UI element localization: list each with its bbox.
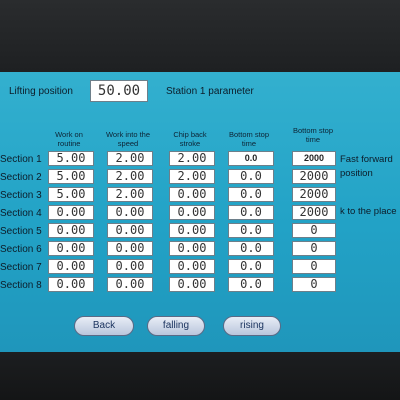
cell-stop-time[interactable]: 0.0	[228, 169, 274, 184]
lifting-position-label: Lifting position	[9, 86, 73, 97]
header-work-on-routine: Work on routine	[55, 130, 83, 148]
cell-chip-back[interactable]: 0.00	[169, 223, 215, 238]
cell-stop-time[interactable]: 0.0	[228, 223, 274, 238]
cell-chip-back[interactable]: 0.00	[169, 241, 215, 256]
device-bezel-bottom	[0, 352, 400, 400]
cell-routine[interactable]: 0.00	[48, 277, 94, 292]
cell-stop-time[interactable]: 0.0	[228, 241, 274, 256]
cell-chip-back[interactable]: 0.00	[169, 259, 215, 274]
cell-chip-back[interactable]: 0.00	[169, 187, 215, 202]
cell-stop-time-2[interactable]: 2000	[292, 205, 336, 220]
cell-stop-time[interactable]: 0.0	[228, 259, 274, 274]
cell-stop-time-2[interactable]: 0	[292, 223, 336, 238]
row-label: Section 5	[0, 226, 42, 237]
cell-routine[interactable]: 0.00	[48, 205, 94, 220]
cell-speed[interactable]: 2.00	[107, 187, 153, 202]
cell-stop-time-2[interactable]: 0	[292, 277, 336, 292]
cell-routine[interactable]: 0.00	[48, 223, 94, 238]
cell-speed[interactable]: 0.00	[107, 241, 153, 256]
cell-speed[interactable]: 2.00	[107, 151, 153, 166]
cell-stop-time-2[interactable]: 0	[292, 241, 336, 256]
cell-stop-time-2[interactable]: 2000	[292, 169, 336, 184]
cell-speed[interactable]: 0.00	[107, 205, 153, 220]
device-bezel-top	[0, 0, 400, 72]
row-label: Section 3	[0, 190, 42, 201]
cell-speed[interactable]: 0.00	[107, 277, 153, 292]
cell-chip-back[interactable]: 0.00	[169, 277, 215, 292]
cell-speed[interactable]: 0.00	[107, 223, 153, 238]
lifting-position-input[interactable]: 50.00	[90, 80, 148, 102]
fast-forward-label: Fast forward	[340, 154, 393, 165]
header-bottom-stop-time-2: Bottom stop time	[292, 126, 334, 144]
cell-routine[interactable]: 5.00	[48, 151, 94, 166]
header-chip-back-stroke: Chip back stroke	[173, 130, 207, 148]
hmi-screen: Lifting position 50.00 Station 1 paramet…	[0, 72, 400, 352]
station-title: Station 1 parameter	[166, 86, 254, 97]
falling-button[interactable]: falling	[147, 316, 205, 336]
cell-stop-time[interactable]: 0.0	[228, 187, 274, 202]
header-work-into-speed: Work into the speed	[105, 130, 151, 148]
rising-button[interactable]: rising	[223, 316, 281, 336]
cell-speed[interactable]: 0.00	[107, 259, 153, 274]
cell-stop-time[interactable]: 0.0	[228, 151, 274, 166]
cell-routine[interactable]: 5.00	[48, 187, 94, 202]
row-label: Section 4	[0, 208, 42, 219]
row-label: Section 7	[0, 262, 42, 273]
row-label: Section 2	[0, 172, 42, 183]
cell-chip-back[interactable]: 0.00	[169, 205, 215, 220]
cell-stop-time-2[interactable]: 2000	[292, 187, 336, 202]
back-button[interactable]: Back	[74, 316, 134, 336]
cell-stop-time[interactable]: 0.0	[228, 277, 274, 292]
cell-stop-time-2[interactable]: 2000	[292, 151, 336, 166]
row-label: Section 8	[0, 280, 42, 291]
row-label: Section 6	[0, 244, 42, 255]
cell-stop-time-2[interactable]: 0	[292, 259, 336, 274]
to-the-place-label: k to the place	[340, 206, 397, 217]
cell-chip-back[interactable]: 2.00	[169, 151, 215, 166]
cell-stop-time[interactable]: 0.0	[228, 205, 274, 220]
row-label: Section 1	[0, 154, 42, 165]
cell-routine[interactable]: 5.00	[48, 169, 94, 184]
cell-routine[interactable]: 0.00	[48, 259, 94, 274]
header-bottom-stop-time-1: Bottom stop time	[228, 130, 270, 148]
cell-speed[interactable]: 2.00	[107, 169, 153, 184]
cell-chip-back[interactable]: 2.00	[169, 169, 215, 184]
position-label: position	[340, 168, 373, 179]
cell-routine[interactable]: 0.00	[48, 241, 94, 256]
